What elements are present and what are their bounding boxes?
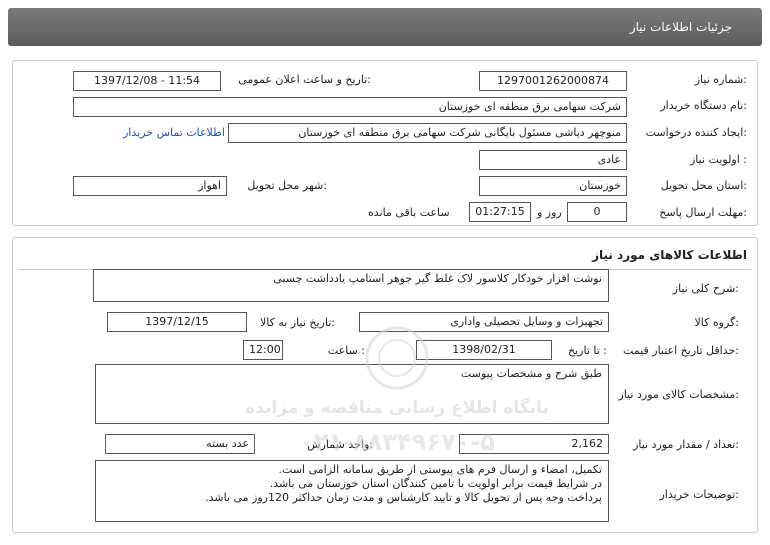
- unit-field[interactable]: عدد بسته: [105, 434, 255, 454]
- need-number-field[interactable]: 1297001262000874: [479, 71, 627, 91]
- buyer-notes-label: توضیحات خریدار:: [659, 488, 740, 501]
- buyer-org-label: نام دستگاه خریدار:: [660, 99, 747, 112]
- general-desc-label: شرح کلی نیاز:: [672, 282, 739, 295]
- need-number-label: شماره نیاز:: [694, 73, 747, 86]
- city-label: شهر محل تحویل:: [247, 179, 327, 192]
- validity-to-label: تا تاریخ :: [568, 344, 607, 357]
- buyer-contact-link[interactable]: اطلاعات تماس خریدار: [123, 126, 225, 139]
- requester-field[interactable]: منوچهر دیاشی مسئول بایگانی شرکت سهامی بر…: [228, 123, 627, 143]
- announce-label: تاریخ و ساعت اعلان عمومی:: [238, 73, 371, 86]
- specs-label: مشخصات کالای مورد نیاز:: [618, 388, 739, 401]
- buyer-note-line: تکمیل، امضاء و ارسال فرم های پیوستی از ط…: [278, 463, 602, 476]
- validity-date-field[interactable]: 1398/02/31: [416, 340, 552, 360]
- deadline-label: مهلت ارسال پاسخ:: [659, 206, 747, 219]
- province-field[interactable]: خوزستان: [479, 176, 627, 196]
- need-info-panel: شماره نیاز: 1297001262000874 تاریخ و ساع…: [12, 60, 758, 226]
- validity-time-field[interactable]: 12:00: [243, 340, 283, 360]
- deadline-time-field[interactable]: 01:27:15: [469, 202, 531, 222]
- page-header: جزئیات اطلاعات نیاز: [8, 8, 762, 46]
- buyer-org-field[interactable]: شرکت سهامی برق منطقه ای خوزستان: [73, 97, 627, 117]
- quantity-field[interactable]: 2,162: [459, 434, 609, 454]
- buyer-notes-field[interactable]: تکمیل، امضاء و ارسال فرم های پیوستی از ط…: [95, 460, 609, 522]
- goods-group-field[interactable]: تجهیزات و وسایل تحصیلی واداری: [359, 312, 609, 332]
- need-date-label: تاریخ نیاز به کالا:: [260, 316, 335, 329]
- page-title: جزئیات اطلاعات نیاز: [629, 20, 732, 34]
- deadline-days-unit: روز و: [537, 206, 562, 219]
- priority-field[interactable]: عادی: [479, 150, 627, 170]
- buyer-note-line: در شرایط قیمت برابر اولویت با تامین کنند…: [269, 477, 602, 490]
- announce-datetime-field[interactable]: 1397/12/08 - 11:54: [73, 71, 221, 91]
- price-validity-label: حداقل تاریخ اعتبار قیمت:: [623, 344, 739, 357]
- city-field[interactable]: اهواز: [73, 176, 227, 196]
- goods-section-title: اطلاعات کالاهای مورد نیاز: [592, 248, 747, 262]
- validity-time-label: ساعت :: [327, 344, 365, 357]
- deadline-days-field[interactable]: 0: [567, 202, 627, 222]
- requester-label: ایجاد کننده درخواست:: [645, 126, 747, 139]
- need-date-field[interactable]: 1397/12/15: [107, 312, 247, 332]
- province-label: استان محل تحویل:: [660, 179, 747, 192]
- quantity-label: تعداد / مقدار مورد نیاز:: [633, 438, 739, 451]
- specs-field[interactable]: طبق شرح و مشخصات پیوست: [95, 364, 609, 424]
- priority-label: اولویت نیاز :: [689, 153, 747, 166]
- deadline-remaining-label: ساعت باقی مانده: [368, 206, 450, 219]
- unit-label: واحد شمارش:: [307, 438, 373, 451]
- goods-info-panel: اطلاعات کالاهای مورد نیاز شرح کلی نیاز: …: [12, 237, 758, 533]
- buyer-note-line: پرداخت وجه پس از تحویل کالا و تایید کارش…: [205, 491, 602, 504]
- general-desc-field[interactable]: نوشت افزار خودکار کلاسور لاک غلط گیر جوه…: [93, 269, 609, 302]
- goods-group-label: گروه کالا:: [694, 316, 739, 329]
